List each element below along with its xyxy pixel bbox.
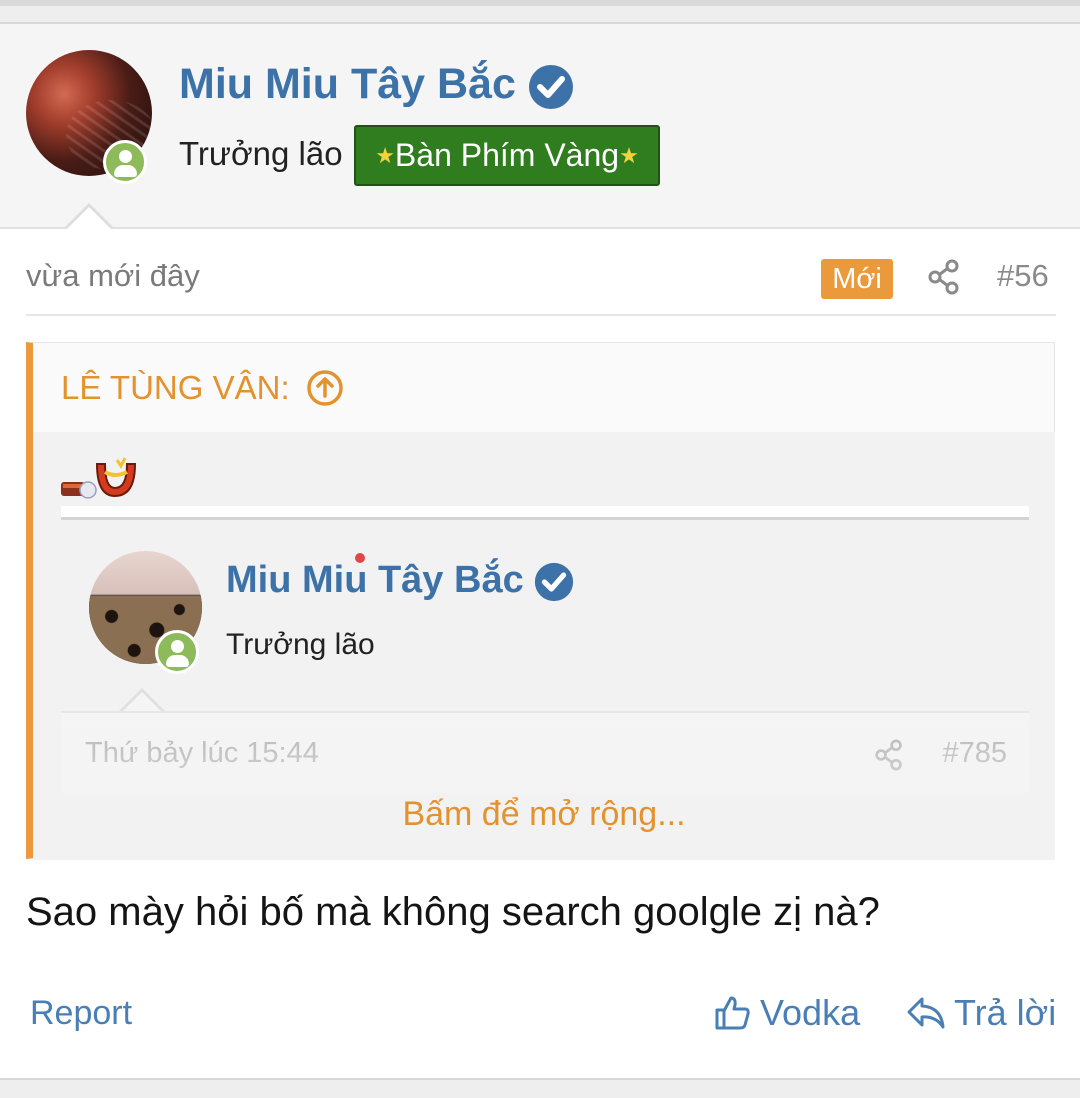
post-header: Miu Miu Tây Bắc Trưởng lão ★ Bàn Phím Và… — [0, 24, 1080, 229]
star-icon: ★ — [619, 142, 639, 168]
like-button-label: Vodka — [760, 992, 861, 1033]
reply-arrow-icon — [907, 997, 945, 1029]
nested-post-time: Thứ bảy lúc 15:44 — [85, 737, 319, 769]
quote-attribution[interactable]: LÊ TÙNG VÂN: — [61, 369, 344, 407]
new-badge: Mới — [821, 259, 893, 299]
author-banner: ★ Bàn Phím Vàng ★ — [354, 125, 660, 186]
verified-check-icon — [535, 562, 574, 602]
notification-dot — [355, 553, 365, 563]
share-icon[interactable] — [927, 259, 961, 295]
nested-author-name-text: Miu Miu Tây Bắc — [226, 559, 524, 601]
author-title: Trưởng lão — [179, 135, 343, 172]
author-name[interactable]: Miu Miu Tây Bắc — [179, 60, 574, 110]
verified-check-icon — [528, 64, 573, 109]
arrow-up-circle-icon[interactable] — [306, 369, 344, 407]
quote-content: Miu Miu Tây Bắc Trưởng lão Thứ bảy lúc 1… — [33, 432, 1055, 860]
post-actions: Report Vodka Trả lời — [0, 990, 1080, 1042]
nested-post-meta: Thứ bảy lúc 15:44 #785 — [61, 711, 1029, 793]
author-name-text: Miu Miu Tây Bắc — [179, 60, 516, 108]
report-link[interactable]: Report — [30, 994, 132, 1033]
nested-author-title: Trưởng lão — [226, 628, 375, 661]
quote-divider — [61, 506, 1029, 520]
star-icon: ★ — [375, 142, 395, 168]
share-icon — [875, 739, 902, 771]
author-banner-text: Bàn Phím Vàng — [394, 137, 620, 173]
post-message: Sao mày hỏi bố mà không search goolgle z… — [26, 890, 880, 934]
quote-block: LÊ TÙNG VÂN: Miu Miu Tây Bắc Trưởng lão — [26, 342, 1055, 860]
thumbs-up-icon — [715, 996, 750, 1030]
nested-post-number: #785 — [942, 737, 1007, 769]
expand-quote-link[interactable]: Bấm để mở rộng... — [33, 795, 1055, 834]
top-edge — [0, 0, 1080, 24]
bottom-edge — [0, 1078, 1080, 1098]
sticker-emoji-icon — [61, 457, 137, 499]
like-button[interactable]: Vodka — [714, 992, 860, 1034]
post-meta: vừa mới đây Mới #56 — [26, 256, 1056, 316]
quote-author: LÊ TÙNG VÂN: — [61, 369, 290, 406]
online-status-icon — [155, 630, 199, 674]
nested-author-name[interactable]: Miu Miu Tây Bắc — [226, 559, 574, 602]
reply-button[interactable]: Trả lời — [906, 992, 1056, 1034]
online-status-icon — [103, 140, 147, 184]
reply-button-label: Trả lời — [954, 992, 1057, 1033]
post-time[interactable]: vừa mới đây — [26, 258, 200, 294]
header-pointer-fill — [67, 207, 111, 229]
post-number[interactable]: #56 — [997, 258, 1049, 294]
